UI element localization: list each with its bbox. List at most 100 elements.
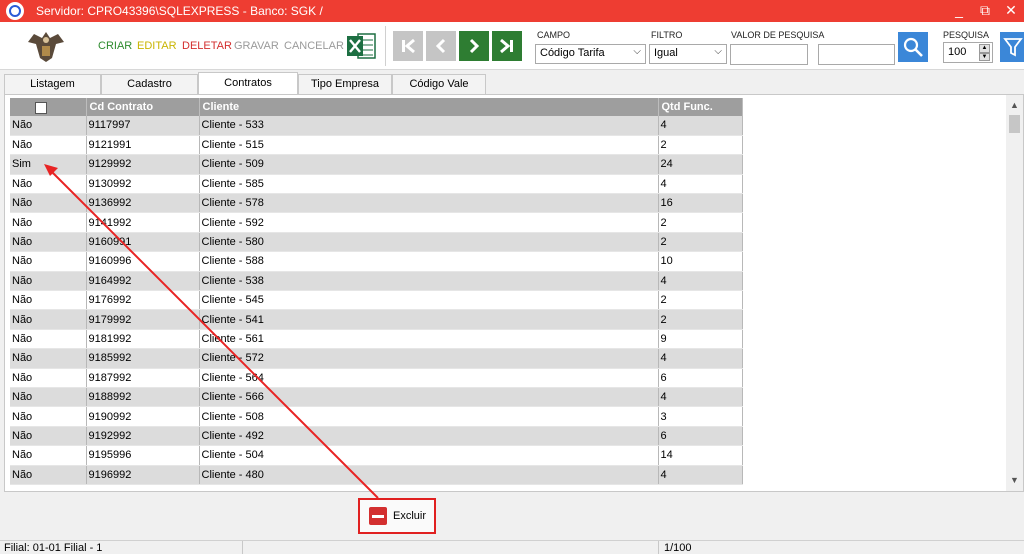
cell-selected[interactable]: Não <box>10 116 87 136</box>
table-row[interactable]: Sim 9129992 Cliente - 509 24 <box>10 154 743 175</box>
cell-selected[interactable]: Não <box>10 309 87 330</box>
table-row[interactable]: Não 9188992 Cliente - 566 4 <box>10 387 743 408</box>
search-icon <box>903 37 923 57</box>
table-row[interactable]: Não 9130992 Cliente - 585 4 <box>10 174 743 195</box>
criar-button[interactable]: CRIAR <box>98 40 132 52</box>
cell-selected[interactable]: Não <box>10 406 87 427</box>
cell-selected[interactable]: Não <box>10 368 87 388</box>
cell-cliente: Cliente - 504 <box>199 445 659 466</box>
cell-cd-contrato: 9195996 <box>86 445 200 466</box>
cell-selected[interactable]: Não <box>10 251 87 272</box>
cell-selected[interactable]: Não <box>10 445 87 466</box>
scroll-down-icon[interactable]: ▼ <box>1006 472 1023 489</box>
minimize-button[interactable]: _ <box>950 2 968 19</box>
select-all-checkbox[interactable] <box>35 102 47 114</box>
cell-qtd-func: 4 <box>658 387 743 408</box>
scroll-up-icon[interactable]: ▲ <box>1006 97 1023 114</box>
excel-export-icon[interactable] <box>346 32 376 60</box>
cell-selected[interactable]: Não <box>10 465 87 485</box>
header-cd-contrato[interactable]: Cd Contrato <box>86 98 200 116</box>
table-row[interactable]: Não 9121991 Cliente - 515 2 <box>10 135 743 156</box>
tab-cadastro[interactable]: Cadastro <box>101 74 198 94</box>
stepper-up-icon[interactable]: ▲ <box>979 44 990 53</box>
cell-selected[interactable]: Não <box>10 348 87 369</box>
cell-selected[interactable]: Não <box>10 135 87 156</box>
cell-selected[interactable]: Não <box>10 290 87 311</box>
filtro-label: FILTRO <box>651 30 683 40</box>
cell-cliente: Cliente - 515 <box>199 135 659 156</box>
cell-cd-contrato: 9176992 <box>86 290 200 311</box>
valor-pesquisa-input[interactable] <box>730 44 808 65</box>
tab-listagem[interactable]: Listagem <box>4 74 101 94</box>
cell-cliente: Cliente - 578 <box>199 193 659 214</box>
tab-codigo-vale[interactable]: Código Vale <box>392 74 486 94</box>
campo-select[interactable]: Código Tarifa ⌵ <box>535 44 646 64</box>
cell-selected[interactable]: Sim <box>10 154 87 175</box>
filtro-select[interactable]: Igual ⌵ <box>649 44 727 64</box>
table-row[interactable]: Não 9160996 Cliente - 588 10 <box>10 251 743 272</box>
next-record-button[interactable] <box>459 31 489 61</box>
table-row[interactable]: Não 9136992 Cliente - 578 16 <box>10 193 743 214</box>
cell-cd-contrato: 9141992 <box>86 212 200 233</box>
cell-cd-contrato: 9185992 <box>86 348 200 369</box>
table-row[interactable]: Não 9160991 Cliente - 580 2 <box>10 232 743 253</box>
vertical-scrollbar[interactable]: ▲ ▼ <box>1006 95 1023 491</box>
excluir-button[interactable]: Excluir <box>358 498 436 534</box>
cell-qtd-func: 14 <box>658 445 743 466</box>
deletar-button[interactable]: DELETAR <box>182 40 232 52</box>
cell-selected[interactable]: Não <box>10 329 87 350</box>
cell-selected[interactable]: Não <box>10 426 87 447</box>
cell-selected[interactable]: Não <box>10 174 87 195</box>
scroll-thumb[interactable] <box>1009 115 1020 133</box>
cell-qtd-func: 6 <box>658 368 743 388</box>
pesquisa-stepper[interactable]: 100 ▲ ▼ <box>943 42 993 63</box>
cell-cliente: Cliente - 561 <box>199 329 659 350</box>
cell-cd-contrato: 9117997 <box>86 116 200 136</box>
gravar-button[interactable]: GRAVAR <box>234 40 279 52</box>
restore-button[interactable]: ⧉ <box>976 2 994 19</box>
chevron-down-icon: ⌵ <box>714 46 722 57</box>
table-row[interactable]: Não 9141992 Cliente - 592 2 <box>10 212 743 233</box>
status-bar: Filial: 01-01 Filial - 1 1/100 <box>0 540 1024 554</box>
search-button[interactable] <box>898 32 928 62</box>
table-row[interactable]: Não 9117997 Cliente - 533 4 <box>10 116 743 136</box>
cell-selected[interactable]: Não <box>10 271 87 292</box>
cell-cd-contrato: 9196992 <box>86 465 200 485</box>
editar-button[interactable]: EDITAR <box>137 40 177 52</box>
cell-qtd-func: 4 <box>658 116 743 136</box>
table-row[interactable]: Não 9176992 Cliente - 545 2 <box>10 290 743 311</box>
table-row[interactable]: Não 9187992 Cliente - 564 6 <box>10 368 743 388</box>
cell-selected[interactable]: Não <box>10 387 87 408</box>
cancelar-button[interactable]: CANCELAR <box>284 40 344 52</box>
tab-contratos[interactable]: Contratos <box>198 72 298 94</box>
cell-cliente: Cliente - 588 <box>199 251 659 272</box>
table-row[interactable]: Não 9196992 Cliente - 480 4 <box>10 465 743 485</box>
stepper-down-icon[interactable]: ▼ <box>979 52 990 61</box>
cell-selected[interactable]: Não <box>10 212 87 233</box>
close-button[interactable]: ✕ <box>1002 2 1020 19</box>
cell-cd-contrato: 9160991 <box>86 232 200 253</box>
last-record-button[interactable] <box>492 31 522 61</box>
cell-qtd-func: 4 <box>658 465 743 485</box>
header-qtd-func[interactable]: Qtd Func. <box>658 98 743 116</box>
previous-record-button[interactable] <box>426 31 456 61</box>
cell-cliente: Cliente - 533 <box>199 116 659 136</box>
cell-cd-contrato: 9136992 <box>86 193 200 214</box>
table-row[interactable]: Não 9192992 Cliente - 492 6 <box>10 426 743 447</box>
table-row[interactable]: Não 9179992 Cliente - 541 2 <box>10 309 743 330</box>
select-all-header[interactable] <box>10 98 87 116</box>
table-row[interactable]: Não 9164992 Cliente - 538 4 <box>10 271 743 292</box>
table-row[interactable]: Não 9181992 Cliente - 561 9 <box>10 329 743 350</box>
cell-cliente: Cliente - 572 <box>199 348 659 369</box>
table-row[interactable]: Não 9185992 Cliente - 572 4 <box>10 348 743 369</box>
table-row[interactable]: Não 9190992 Cliente - 508 3 <box>10 406 743 427</box>
cell-selected[interactable]: Não <box>10 232 87 253</box>
first-record-button[interactable] <box>393 31 423 61</box>
cell-selected[interactable]: Não <box>10 193 87 214</box>
cell-cd-contrato: 9164992 <box>86 271 200 292</box>
tab-tipo-empresa[interactable]: Tipo Empresa <box>298 74 392 94</box>
table-row[interactable]: Não 9195996 Cliente - 504 14 <box>10 445 743 466</box>
filter-button[interactable] <box>1000 32 1024 62</box>
header-cliente[interactable]: Cliente <box>199 98 659 116</box>
valor-pesquisa-input-2[interactable] <box>818 44 895 65</box>
